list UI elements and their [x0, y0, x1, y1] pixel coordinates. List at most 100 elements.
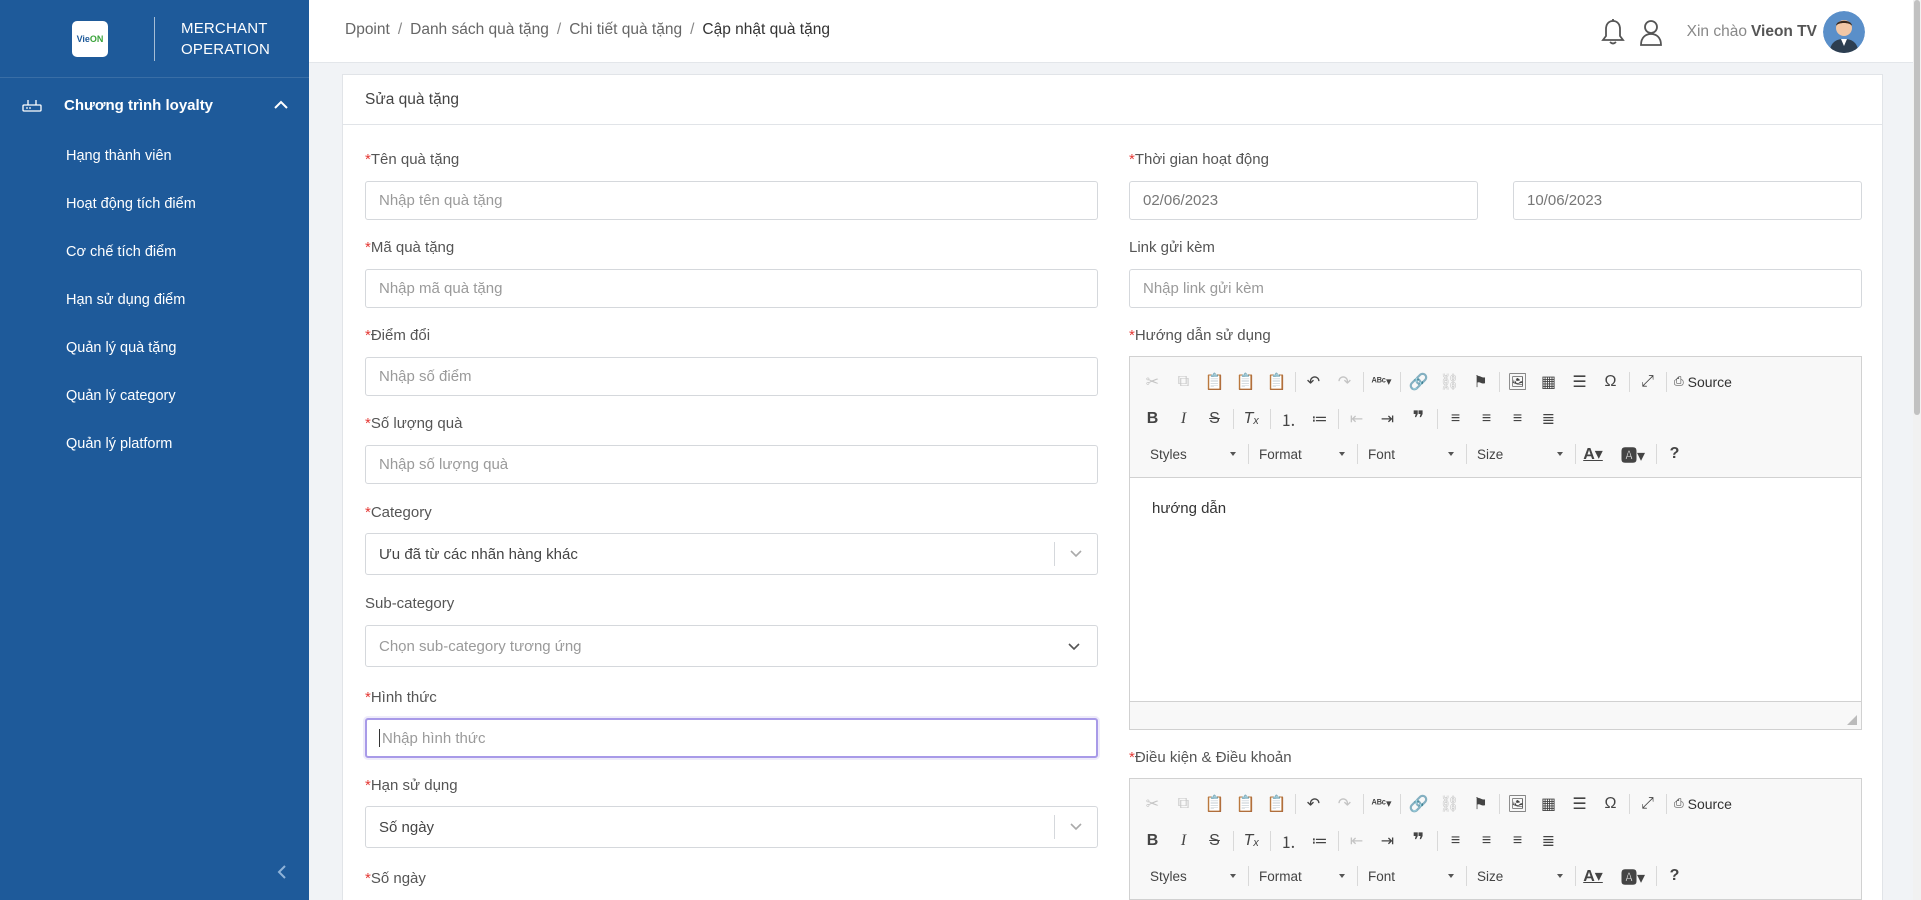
- remove-format-icon[interactable]: Tₓ: [1239, 406, 1264, 431]
- undo-icon[interactable]: ↶: [1301, 369, 1326, 394]
- paste-text-icon[interactable]: 📋: [1233, 791, 1258, 816]
- source-button[interactable]: ⎙ Source: [1674, 374, 1732, 390]
- remove-format-icon[interactable]: Tₓ: [1239, 828, 1264, 853]
- scrollbar-thumb[interactable]: [1914, 0, 1920, 415]
- redo-icon[interactable]: ↷: [1332, 369, 1357, 394]
- sub-category-select[interactable]: Chọn sub-category tương ứng: [365, 625, 1098, 667]
- breadcrumb-item[interactable]: Chi tiết quà tặng: [569, 21, 682, 38]
- quantity-input[interactable]: Nhập số lượng quà: [365, 445, 1098, 484]
- indent-icon[interactable]: ⇥: [1375, 406, 1400, 431]
- indent-icon[interactable]: ⇥: [1375, 828, 1400, 853]
- special-char-icon[interactable]: Ω: [1598, 791, 1623, 816]
- spellcheck-icon[interactable]: ᴬᴮᶜ▾: [1369, 369, 1394, 394]
- paste-icon[interactable]: 📋: [1202, 791, 1227, 816]
- bg-color-icon[interactable]: 🅰▾: [1616, 442, 1650, 467]
- align-left-icon[interactable]: ≡: [1443, 406, 1468, 431]
- table-icon[interactable]: ▦: [1536, 791, 1561, 816]
- horizontal-line-icon[interactable]: ☰: [1567, 369, 1592, 394]
- blockquote-icon[interactable]: ❞: [1406, 828, 1431, 853]
- avatar[interactable]: [1823, 11, 1865, 53]
- category-select[interactable]: Ưu đã từ các nhãn hàng khác: [365, 533, 1098, 575]
- guide-editor-content[interactable]: hướng dẫn: [1130, 478, 1861, 539]
- anchor-flag-icon[interactable]: ⚑: [1468, 791, 1493, 816]
- start-date-input[interactable]: 02/06/2023: [1129, 181, 1478, 220]
- styles-dropdown[interactable]: Styles: [1140, 864, 1244, 888]
- chevron-up-icon[interactable]: [271, 95, 291, 115]
- gift-code-input[interactable]: Nhập mã quà tặng: [365, 269, 1098, 308]
- anchor-flag-icon[interactable]: ⚑: [1468, 369, 1493, 394]
- points-input[interactable]: Nhập số điểm: [365, 357, 1098, 396]
- gift-name-input[interactable]: Nhập tên quà tặng: [365, 181, 1098, 220]
- paste-text-icon[interactable]: 📋: [1233, 369, 1258, 394]
- undo-icon[interactable]: ↶: [1301, 791, 1326, 816]
- breadcrumb-item[interactable]: Danh sách quà tặng: [410, 21, 549, 38]
- cut-icon[interactable]: ✂: [1140, 369, 1165, 394]
- paste-icon[interactable]: 📋: [1202, 369, 1227, 394]
- maximize-icon[interactable]: ⤢: [1635, 791, 1660, 816]
- special-char-icon[interactable]: Ω: [1598, 369, 1623, 394]
- redo-icon[interactable]: ↷: [1332, 791, 1357, 816]
- help-icon[interactable]: ?: [1662, 864, 1687, 889]
- sidebar-item-earn-activity[interactable]: Hoạt động tích điểm: [0, 180, 309, 228]
- size-dropdown[interactable]: Size: [1467, 864, 1571, 888]
- end-date-input[interactable]: 10/06/2023: [1513, 181, 1862, 220]
- expiry-select[interactable]: Số ngày: [365, 806, 1098, 848]
- strike-icon[interactable]: S: [1202, 406, 1227, 431]
- bulleted-list-icon[interactable]: ≔: [1307, 406, 1332, 431]
- maximize-icon[interactable]: ⤢: [1635, 369, 1660, 394]
- numbered-list-icon[interactable]: ⒈: [1276, 828, 1301, 853]
- resize-icon[interactable]: [1847, 715, 1857, 725]
- align-left-icon[interactable]: ≡: [1443, 828, 1468, 853]
- sidebar-item-earn-mechanism[interactable]: Cơ chế tích điểm: [0, 228, 309, 276]
- font-dropdown[interactable]: Font: [1358, 442, 1462, 466]
- text-color-icon[interactable]: A▾: [1576, 864, 1610, 889]
- sidebar-item-membership-tier[interactable]: Hạng thành viên: [0, 132, 309, 180]
- link-input[interactable]: Nhập link gửi kèm: [1129, 269, 1862, 308]
- align-justify-icon[interactable]: ≣: [1536, 406, 1561, 431]
- italic-icon[interactable]: I: [1171, 406, 1196, 431]
- sidebar-item-gifts[interactable]: Quản lý quà tặng: [0, 324, 309, 372]
- bold-icon[interactable]: B: [1140, 828, 1165, 853]
- bulleted-list-icon[interactable]: ≔: [1307, 828, 1332, 853]
- styles-dropdown[interactable]: Styles: [1140, 442, 1244, 466]
- strike-icon[interactable]: S: [1202, 828, 1227, 853]
- outdent-icon[interactable]: ⇤: [1344, 406, 1369, 431]
- format-dropdown[interactable]: Format: [1249, 442, 1353, 466]
- breadcrumb-item[interactable]: Dpoint: [345, 21, 390, 38]
- sidebar-item-point-expiry[interactable]: Hạn sử dụng điểm: [0, 276, 309, 324]
- link-icon[interactable]: 🔗: [1406, 369, 1431, 394]
- bg-color-icon[interactable]: 🅰▾: [1616, 864, 1650, 889]
- table-icon[interactable]: ▦: [1536, 369, 1561, 394]
- image-icon[interactable]: 🖼: [1505, 369, 1530, 394]
- align-center-icon[interactable]: ≡: [1474, 828, 1499, 853]
- unlink-icon[interactable]: ⛓: [1437, 791, 1462, 816]
- bell-icon[interactable]: [1599, 17, 1627, 47]
- form-type-input[interactable]: Nhập hình thức: [365, 718, 1098, 758]
- cut-icon[interactable]: ✂: [1140, 791, 1165, 816]
- font-dropdown[interactable]: Font: [1358, 864, 1462, 888]
- chevron-left-icon[interactable]: [272, 862, 292, 882]
- numbered-list-icon[interactable]: ⒈: [1276, 406, 1301, 431]
- spellcheck-icon[interactable]: ᴬᴮᶜ▾: [1369, 791, 1394, 816]
- paste-word-icon[interactable]: 📋: [1264, 369, 1289, 394]
- outdent-icon[interactable]: ⇤: [1344, 828, 1369, 853]
- horizontal-line-icon[interactable]: ☰: [1567, 791, 1592, 816]
- paste-word-icon[interactable]: 📋: [1264, 791, 1289, 816]
- format-dropdown[interactable]: Format: [1249, 864, 1353, 888]
- help-icon[interactable]: ?: [1662, 442, 1687, 467]
- logo[interactable]: Vie ON: [72, 20, 108, 57]
- link-icon[interactable]: 🔗: [1406, 791, 1431, 816]
- bold-icon[interactable]: B: [1140, 406, 1165, 431]
- text-color-icon[interactable]: A▾: [1576, 442, 1610, 467]
- image-icon[interactable]: 🖼: [1505, 791, 1530, 816]
- align-right-icon[interactable]: ≡: [1505, 828, 1530, 853]
- align-center-icon[interactable]: ≡: [1474, 406, 1499, 431]
- sidebar-item-category[interactable]: Quản lý category: [0, 372, 309, 420]
- size-dropdown[interactable]: Size: [1467, 442, 1571, 466]
- blockquote-icon[interactable]: ❞: [1406, 406, 1431, 431]
- sidebar-group-loyalty[interactable]: Chương trình loyalty: [0, 78, 309, 132]
- unlink-icon[interactable]: ⛓: [1437, 369, 1462, 394]
- copy-icon[interactable]: ⧉: [1171, 369, 1196, 394]
- user-icon[interactable]: [1637, 17, 1665, 47]
- align-justify-icon[interactable]: ≣: [1536, 828, 1561, 853]
